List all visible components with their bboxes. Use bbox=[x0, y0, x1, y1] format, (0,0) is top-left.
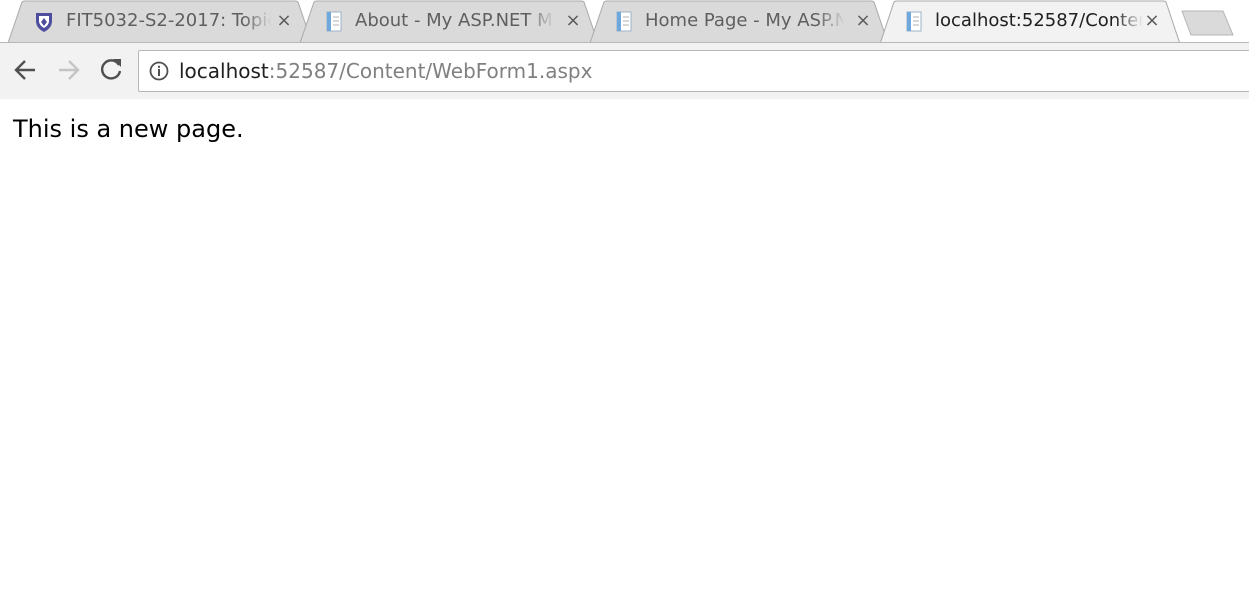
url-text[interactable]: localhost:52587/Content/WebForm1.aspx bbox=[179, 59, 592, 83]
back-button[interactable] bbox=[11, 55, 41, 85]
page-icon bbox=[614, 11, 634, 32]
url-host: localhost bbox=[179, 59, 269, 83]
forward-button[interactable] bbox=[53, 55, 83, 85]
close-icon[interactable]: × bbox=[563, 11, 583, 31]
tab-title: Home Page - My ASP.N bbox=[645, 10, 845, 32]
arrow-right-icon bbox=[59, 60, 80, 80]
tab-strip: FIT5032-S2-2017: Topic × About - My ASP.… bbox=[0, 0, 1249, 44]
university-crest-icon bbox=[34, 11, 54, 32]
close-icon[interactable]: × bbox=[1142, 11, 1162, 31]
reload-icon bbox=[100, 59, 122, 80]
browser-toolbar: localhost:52587/Content/WebForm1.aspx bbox=[0, 42, 1249, 100]
tab-fit5032[interactable]: FIT5032-S2-2017: Topic × bbox=[8, 0, 318, 43]
tab-about[interactable]: About - My ASP.NET M × bbox=[300, 0, 604, 43]
address-bar[interactable]: localhost:52587/Content/WebForm1.aspx bbox=[138, 50, 1249, 92]
tab-title: About - My ASP.NET M bbox=[355, 10, 555, 32]
url-path: :52587/Content/WebForm1.aspx bbox=[268, 59, 593, 83]
close-icon[interactable]: × bbox=[853, 11, 873, 31]
browser-window: FIT5032-S2-2017: Topic × About - My ASP.… bbox=[0, 0, 1249, 601]
page-body-text: This is a new page. bbox=[13, 115, 244, 143]
page-icon bbox=[904, 11, 924, 32]
page-content: This is a new page. bbox=[0, 99, 1249, 601]
new-tab-button[interactable] bbox=[1181, 10, 1235, 40]
new-tab-icon bbox=[1181, 10, 1234, 36]
tab-localhost-active[interactable]: localhost:52587/Content × bbox=[880, 0, 1186, 44]
page-icon bbox=[324, 11, 344, 32]
tab-title: localhost:52587/Content bbox=[935, 10, 1143, 32]
tab-home[interactable]: Home Page - My ASP.N × bbox=[590, 0, 894, 43]
close-icon[interactable]: × bbox=[274, 11, 294, 31]
arrow-left-icon bbox=[14, 60, 35, 80]
info-circle-icon[interactable] bbox=[149, 61, 169, 81]
reload-button[interactable] bbox=[96, 55, 126, 85]
tab-title: FIT5032-S2-2017: Topic bbox=[66, 10, 272, 32]
